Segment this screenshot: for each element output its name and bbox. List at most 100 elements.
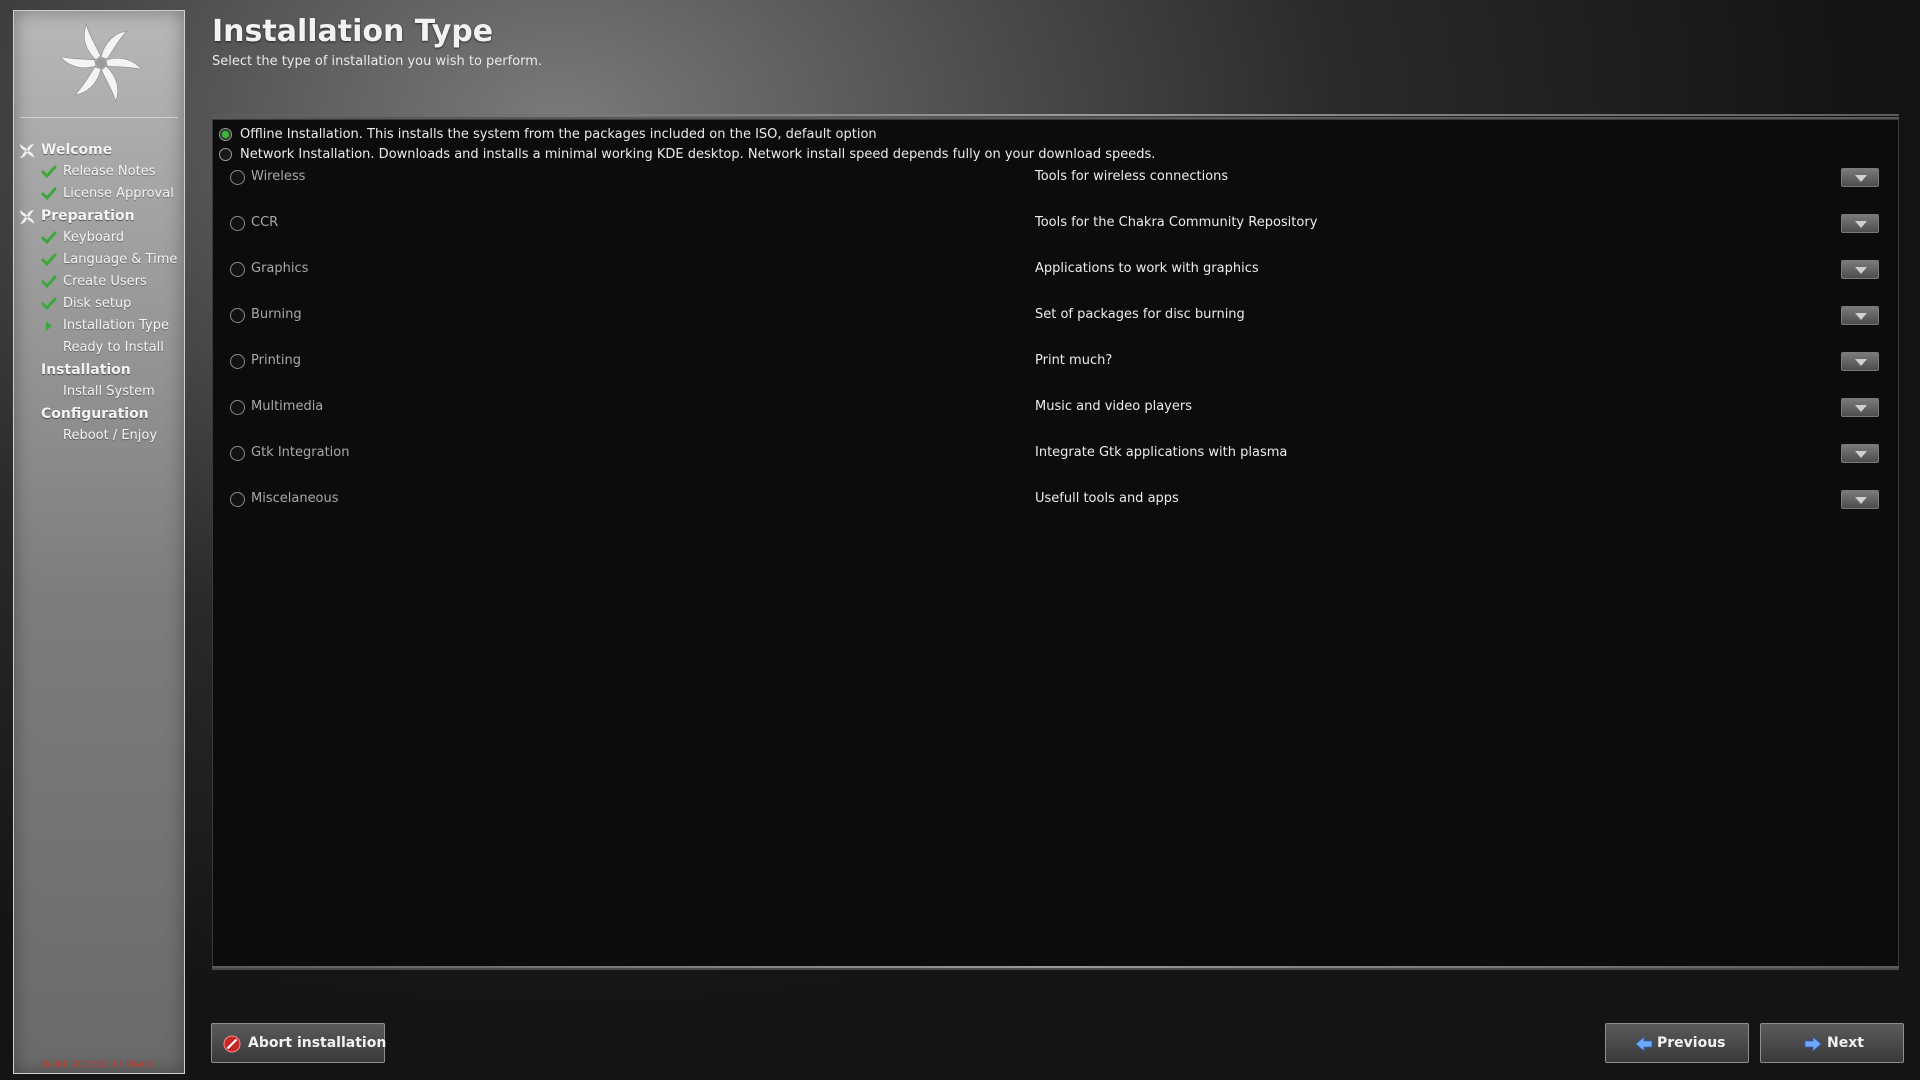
previous-label: Previous xyxy=(1657,1035,1726,1051)
panel-top-divider xyxy=(212,114,1899,116)
arrow-right-icon xyxy=(1804,1036,1822,1052)
package-group-checkbox[interactable] xyxy=(230,262,245,277)
package-group-row: Miscelaneous Usefull tools and apps xyxy=(213,485,1898,515)
package-group-name: CCR xyxy=(251,215,279,230)
offline-install-radio[interactable] xyxy=(219,128,232,141)
sidebar-step-label: Keyboard xyxy=(63,230,125,245)
chakra-icon xyxy=(20,144,34,158)
expand-group-button[interactable] xyxy=(1841,352,1879,371)
next-label: Next xyxy=(1827,1035,1864,1051)
step-list: Welcome Release Notes License Approval Prep… xyxy=(14,139,184,447)
sidebar-step-label: Reboot / Enjoy xyxy=(63,428,158,443)
checkmark-icon xyxy=(41,165,57,179)
sidebar-section: Installation xyxy=(14,359,184,381)
next-button[interactable]: Next xyxy=(1760,1023,1904,1063)
previous-button[interactable]: Previous xyxy=(1605,1023,1749,1063)
package-group-row: Printing Print much? xyxy=(213,347,1898,377)
package-group-description: Applications to work with graphics xyxy=(1035,261,1259,276)
sidebar-step-label: Ready to Install xyxy=(63,340,164,355)
sidebar-step: Installation Type xyxy=(14,315,184,337)
sidebar-section: Configuration xyxy=(14,403,184,425)
sidebar-step-label: Release Notes xyxy=(63,164,156,179)
package-group-name: Graphics xyxy=(251,261,309,276)
chakra-icon xyxy=(20,210,34,224)
package-group-checkbox[interactable] xyxy=(230,308,245,323)
sidebar-step-label: Installation xyxy=(41,362,131,378)
checkmark-icon xyxy=(41,231,57,245)
package-group-checkbox[interactable] xyxy=(230,400,245,415)
sidebar: Welcome Release Notes License Approval Prep… xyxy=(13,10,185,1074)
sidebar-step-label: Preparation xyxy=(41,208,135,224)
expand-group-button[interactable] xyxy=(1841,214,1879,233)
expand-group-button[interactable] xyxy=(1841,260,1879,279)
package-group-description: Usefull tools and apps xyxy=(1035,491,1179,506)
package-group-name: Printing xyxy=(251,353,302,368)
build-label: Build: 2013.02.17 (Benz) xyxy=(42,1060,156,1070)
chakra-logo-icon xyxy=(61,23,141,103)
sidebar-step: Reboot / Enjoy xyxy=(14,425,184,447)
package-group-checkbox[interactable] xyxy=(230,170,245,185)
package-group-row: Wireless Tools for wireless connections xyxy=(213,163,1898,193)
package-group-row: CCR Tools for the Chakra Community Reposi… xyxy=(213,209,1898,239)
package-group-description: Set of packages for disc burning xyxy=(1035,307,1245,322)
arrow-left-icon xyxy=(1635,1036,1653,1052)
package-group-name: Multimedia xyxy=(251,399,324,414)
sidebar-step: Install System xyxy=(14,381,184,403)
expand-group-button[interactable] xyxy=(1841,490,1879,509)
package-group-name: Wireless xyxy=(251,169,306,184)
package-group-checkbox[interactable] xyxy=(230,216,245,231)
sidebar-step-label: Disk setup xyxy=(63,296,132,311)
checkmark-icon xyxy=(41,187,57,201)
sidebar-step-label: Language & Time xyxy=(63,252,178,267)
sidebar-section: Preparation xyxy=(14,205,184,227)
network-install-radio[interactable] xyxy=(219,148,232,161)
package-group-row: Multimedia Music and video players xyxy=(213,393,1898,423)
expand-group-button[interactable] xyxy=(1841,168,1879,187)
checkmark-icon xyxy=(41,297,57,311)
offline-install-label: Offline Installation. This installs the … xyxy=(240,127,877,142)
abort-installation-button[interactable]: Abort installation xyxy=(211,1023,387,1063)
checkmark-icon xyxy=(41,275,57,289)
package-group-description: Integrate Gtk applications with plasma xyxy=(1035,445,1288,460)
package-group-description: Tools for the Chakra Community Repositor… xyxy=(1035,215,1318,230)
package-group-name: Burning xyxy=(251,307,302,322)
sidebar-step: Language & Time xyxy=(14,249,184,271)
package-group-row: Gtk Integration Integrate Gtk application… xyxy=(213,439,1898,469)
package-group-row: Burning Set of packages for disc burning xyxy=(213,301,1898,331)
sidebar-step: Create Users xyxy=(14,271,184,293)
panel-bottom-divider xyxy=(212,966,1899,968)
page-subtitle: Select the type of installation you wish… xyxy=(212,54,543,69)
sidebar-step: Keyboard xyxy=(14,227,184,249)
package-group-checkbox[interactable] xyxy=(230,446,245,461)
package-group-description: Print much? xyxy=(1035,353,1113,368)
sidebar-step: Ready to Install xyxy=(14,337,184,359)
sidebar-step: Disk setup xyxy=(14,293,184,315)
package-group-description: Music and video players xyxy=(1035,399,1192,414)
sidebar-step: License Approval xyxy=(14,183,184,205)
sidebar-step-label: Create Users xyxy=(63,274,147,289)
install-type-panel: Offline Installation. This installs the … xyxy=(212,119,1899,968)
package-group-name: Gtk Integration xyxy=(251,445,350,460)
network-install-label: Network Installation. Downloads and inst… xyxy=(240,147,1156,162)
page-title: Installation Type xyxy=(212,14,494,49)
package-group-row: Graphics Applications to work with graphi… xyxy=(213,255,1898,285)
package-group-description: Tools for wireless connections xyxy=(1035,169,1229,184)
expand-group-button[interactable] xyxy=(1841,398,1879,417)
expand-group-button[interactable] xyxy=(1841,444,1879,463)
sidebar-step: Release Notes xyxy=(14,161,184,183)
sidebar-step-label: License Approval xyxy=(63,186,174,201)
sidebar-step-label: Welcome xyxy=(41,142,113,158)
expand-group-button[interactable] xyxy=(1841,306,1879,325)
sidebar-step-label: Configuration xyxy=(41,406,149,422)
checkmark-icon xyxy=(41,253,57,267)
sidebar-step-label: Installation Type xyxy=(63,318,169,333)
package-group-checkbox[interactable] xyxy=(230,492,245,507)
sidebar-section: Welcome xyxy=(14,139,184,161)
current-step-arrow-icon xyxy=(46,321,52,331)
sidebar-divider xyxy=(20,117,178,118)
abort-icon xyxy=(223,1035,241,1053)
package-group-name: Miscelaneous xyxy=(251,491,339,506)
package-group-checkbox[interactable] xyxy=(230,354,245,369)
abort-installation-label: Abort installation xyxy=(248,1035,387,1051)
sidebar-step-label: Install System xyxy=(63,384,155,399)
